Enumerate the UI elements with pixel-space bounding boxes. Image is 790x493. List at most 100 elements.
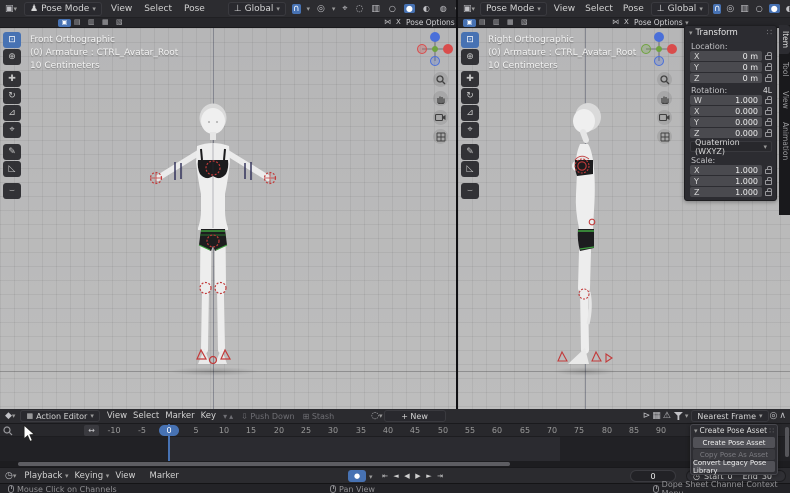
shading-material-icon[interactable]: ◐ (421, 4, 432, 13)
scale-tool-button[interactable]: ⊿ (3, 105, 21, 121)
keying-dropdown[interactable]: ▾ (369, 473, 373, 481)
lock-icon[interactable] (765, 55, 772, 60)
cursor-tool-button[interactable]: ⊕ (461, 49, 479, 65)
camera-view-icon[interactable] (657, 110, 672, 125)
play-reverse-button[interactable]: ◀ (402, 470, 412, 482)
pan-hand-icon[interactable] (657, 91, 672, 106)
xray-toggle-icon[interactable]: ▥ (370, 4, 381, 14)
timeline-ruler[interactable]: -10 -5 5 10 15 20 25 30 35 40 45 50 55 6… (0, 424, 790, 437)
menu-key[interactable]: Key (198, 411, 219, 421)
rotation-mode-dropdown[interactable]: Quaternion (WXYZ)▾ (690, 141, 772, 152)
select-mode-icon[interactable]: ▥ (88, 18, 95, 26)
annotate-tool-button[interactable]: ✎ (461, 144, 479, 160)
stash-button[interactable]: ⊞ Stash (303, 412, 335, 421)
scale-y-field[interactable]: Y1.000 (690, 176, 762, 186)
select-mode-icon[interactable]: ▦ (507, 18, 514, 26)
gizmos-toggle-icon[interactable]: ⌖ (341, 4, 348, 14)
lock-icon[interactable] (765, 110, 772, 115)
timeline-editor-icon[interactable]: ◷▾ (4, 471, 17, 481)
pose-breakdowner-tool-button[interactable]: ⌣ (461, 183, 479, 199)
lock-icon[interactable] (765, 121, 772, 126)
location-x-field[interactable]: X0 m (690, 51, 762, 61)
lock-icon[interactable] (765, 169, 772, 174)
next-keyframe-button[interactable]: ► (424, 470, 434, 482)
lock-icon[interactable] (765, 99, 772, 104)
ghost-icon[interactable]: ◌▾ (370, 411, 383, 421)
menu-view[interactable]: View (112, 471, 138, 481)
lock-icon[interactable] (765, 180, 772, 185)
rotation-lock-4l-button[interactable]: 4L (763, 86, 772, 95)
jump-to-start-button[interactable]: ⇤ (380, 470, 390, 482)
select-mode-icon[interactable]: ▣ (58, 19, 71, 27)
perspective-toggle-icon[interactable] (657, 129, 672, 144)
move-tool-button[interactable]: ✚ (461, 71, 479, 87)
browse-action-up-button[interactable]: ▴ (229, 412, 233, 421)
rotate-tool-button[interactable]: ↻ (3, 88, 21, 104)
menu-select[interactable]: Select (582, 4, 616, 14)
rotate-tool-button[interactable]: ↻ (461, 88, 479, 104)
select-mode-icon[interactable]: ▦ (102, 18, 109, 26)
navigation-gizmo[interactable] (416, 30, 454, 70)
xray-toggle-icon[interactable]: ▥ (739, 4, 750, 14)
menu-view[interactable]: View (108, 4, 135, 14)
scale-z-field[interactable]: Z1.000 (690, 187, 762, 197)
select-box-tool-button[interactable]: ⊡ (3, 32, 21, 48)
shading-wireframe-icon[interactable]: ○ (754, 4, 765, 13)
show-hidden-icon[interactable]: ▦ (651, 411, 662, 421)
camera-view-icon[interactable] (433, 110, 448, 125)
menu-select[interactable]: Select (141, 4, 175, 14)
location-y-field[interactable]: Y0 m (690, 62, 762, 72)
pan-hand-icon[interactable] (433, 91, 448, 106)
proportional-editing-icon[interactable]: ◎ (725, 4, 735, 14)
orientation-dropdown[interactable]: ⊥Global▾ (651, 2, 709, 16)
lock-icon[interactable] (765, 66, 772, 71)
lock-icon[interactable] (765, 191, 772, 196)
auto-keying-record-button[interactable]: ● (348, 470, 366, 482)
play-button[interactable]: ▶ (413, 470, 423, 482)
filter-icon[interactable] (674, 412, 683, 420)
menu-view[interactable]: View (104, 411, 130, 421)
select-mode-icon[interactable]: ▤ (479, 18, 486, 26)
move-tool-button[interactable]: ✚ (3, 71, 21, 87)
shading-solid-icon[interactable]: ● (404, 4, 415, 13)
orientation-dropdown[interactable]: ⊥Global▾ (228, 2, 286, 16)
measure-tool-button[interactable]: ◺ (461, 161, 479, 177)
tab-tool[interactable]: Tool (779, 56, 790, 83)
vertical-scrollbar[interactable] (785, 427, 789, 457)
collapse-region-icon[interactable]: ∧ (778, 411, 787, 421)
pose-options-dropdown[interactable]: Pose Options ▾ (634, 18, 689, 27)
menu-select[interactable]: Select (130, 411, 162, 421)
panel-grip[interactable]: ∷ (767, 28, 772, 38)
viewport-front-canvas[interactable]: Front Orthographic (0) Armature : CTRL_A… (0, 28, 456, 409)
menu-pose[interactable]: Pose (181, 4, 208, 14)
mode-dropdown[interactable]: ♟Pose Mode▾ (24, 2, 102, 16)
dope-sheet-editor-icon[interactable]: ◆▾ (4, 411, 16, 421)
scale-x-field[interactable]: X1.000 (690, 165, 762, 175)
character-side[interactable] (556, 102, 616, 374)
transform-tool-button[interactable]: ⌖ (461, 122, 479, 138)
action-editor-mode-dropdown[interactable]: ▦Action Editor▾ (20, 410, 99, 422)
shading-wireframe-icon[interactable]: ○ (387, 4, 398, 13)
editor-type-icon[interactable]: ▣▾ (4, 4, 18, 14)
editor-type-icon[interactable]: ▣▾ (462, 4, 476, 14)
expand-channels-button[interactable]: ↔ (84, 425, 99, 436)
location-z-field[interactable]: Z0 m (690, 73, 762, 83)
menu-view[interactable]: View (551, 4, 578, 14)
lock-icon[interactable] (765, 132, 772, 137)
pose-breakdowner-tool-button[interactable]: ⌣ (3, 183, 21, 199)
select-mode-icon[interactable]: ▧ (116, 18, 123, 26)
measure-tool-button[interactable]: ◺ (3, 161, 21, 177)
panel-grip[interactable]: ∷ (769, 426, 774, 435)
browse-action-down-button[interactable]: ▾ (223, 412, 227, 421)
new-action-button[interactable]: + New (384, 410, 446, 422)
select-mode-icon[interactable]: ▥ (493, 18, 500, 26)
push-down-button[interactable]: ⇩ Push Down (241, 412, 294, 421)
select-mode-icon[interactable]: ▧ (521, 18, 528, 26)
cursor-tool-button[interactable]: ⊕ (3, 49, 21, 65)
channel-search-icon[interactable] (3, 426, 13, 436)
convert-legacy-pose-library-button[interactable]: Convert Legacy Pose Library (693, 461, 775, 472)
tab-item[interactable]: Item (779, 25, 790, 54)
perspective-toggle-icon[interactable] (433, 129, 448, 144)
snap-mode-dropdown[interactable]: Nearest Frame▾ (691, 410, 768, 422)
playhead-frame-badge[interactable]: 0 (159, 425, 179, 436)
